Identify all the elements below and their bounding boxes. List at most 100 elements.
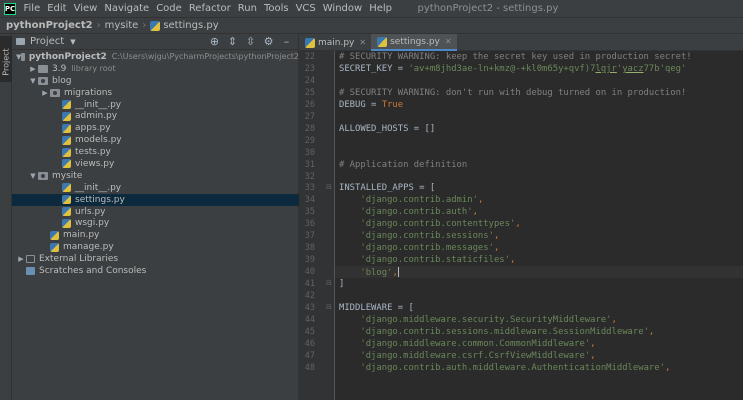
expand-all-icon[interactable]: ⇕ bbox=[227, 34, 238, 50]
project-panel: Project ▼ ⊕ ⇕ ⇳ ⚙ – ▼ pythonProject2 C:\Us… bbox=[12, 34, 299, 400]
breadcrumb-project[interactable]: pythonProject2 bbox=[6, 20, 93, 31]
python-file-icon bbox=[62, 207, 71, 217]
tree-item[interactable]: __init__.py bbox=[12, 182, 299, 194]
editor-tabs: main.py ✕ settings.py ✕ bbox=[299, 34, 743, 51]
tree-item[interactable]: urls.py bbox=[12, 206, 299, 218]
chevron-down-icon[interactable]: ▼ bbox=[70, 38, 75, 46]
minimize-icon[interactable]: – bbox=[281, 34, 292, 50]
line-number: 42 bbox=[304, 291, 315, 301]
scratches-icon bbox=[26, 266, 35, 275]
tree-item[interactable]: ▶ External Libraries bbox=[12, 253, 299, 265]
close-icon[interactable]: ✕ bbox=[359, 38, 366, 47]
tree-item-label: urls.py bbox=[75, 206, 106, 217]
line-number: 27 bbox=[304, 111, 315, 122]
code-token: 'blog' bbox=[360, 268, 393, 279]
menu-edit[interactable]: Edit bbox=[44, 3, 70, 14]
fold-icon[interactable]: ⊟ bbox=[326, 183, 332, 191]
tree-item[interactable]: tests.py bbox=[12, 146, 299, 158]
text-caret bbox=[397, 267, 399, 278]
code-token: INSTALLED_APPS = [ bbox=[339, 183, 436, 194]
code-token: , bbox=[590, 350, 596, 361]
tree-item[interactable]: ▼ pythonProject2 C:\Users\wjgu\PycharmProj… bbox=[12, 51, 299, 63]
menu-refactor[interactable]: Refactor bbox=[185, 3, 234, 14]
tree-item[interactable]: admin.py bbox=[12, 110, 299, 122]
fold-icon[interactable]: ⊟ bbox=[326, 303, 332, 311]
code-token: , bbox=[648, 326, 655, 337]
tree-item[interactable]: ▼ mysite bbox=[12, 170, 299, 182]
python-file-icon bbox=[305, 37, 315, 48]
project-tool-window-tab[interactable]: Project bbox=[0, 36, 12, 82]
menu-window[interactable]: Window bbox=[319, 3, 365, 14]
folder-icon bbox=[38, 64, 48, 73]
tab-label: main.py bbox=[318, 37, 355, 48]
menu-view[interactable]: View bbox=[70, 3, 101, 14]
menu-navigate[interactable]: Navigate bbox=[101, 3, 153, 14]
tree-item[interactable]: Scratches and Consoles bbox=[12, 265, 299, 277]
chevron-down-icon[interactable]: ▼ bbox=[28, 172, 38, 180]
target-icon[interactable]: ⊕ bbox=[209, 34, 220, 50]
tree-item[interactable]: ▼ blog bbox=[12, 75, 299, 87]
tree-item[interactable]: views.py bbox=[12, 158, 299, 170]
code-token: ALLOWED_HOSTS = [] bbox=[339, 123, 436, 134]
tree-item[interactable]: ▶ 3.9 library root bbox=[12, 63, 299, 75]
python-file-icon bbox=[62, 147, 71, 157]
menu-file[interactable]: File bbox=[20, 3, 44, 14]
tree-item[interactable]: settings.py bbox=[12, 193, 299, 206]
fold-icon[interactable]: ⊟ bbox=[326, 279, 332, 287]
line-number: 25 bbox=[304, 87, 315, 98]
breadcrumb-file[interactable]: settings.py bbox=[163, 20, 218, 31]
close-icon[interactable]: ✕ bbox=[445, 37, 452, 46]
code-line: MIDDLEWARE = [ bbox=[339, 303, 414, 313]
line-number: 40 bbox=[304, 267, 315, 278]
chevron-right-icon[interactable]: ▶ bbox=[40, 89, 50, 97]
tree-item[interactable]: __init__.py bbox=[12, 99, 299, 111]
code-line: 'django.contrib.sessions.middleware.Sess… bbox=[339, 327, 654, 337]
tree-item[interactable]: wsgi.py bbox=[12, 217, 299, 229]
code-token: , bbox=[611, 314, 617, 325]
code-token: 'django.contrib.auth' bbox=[360, 207, 473, 218]
code-line: # SECURITY WARNING: don't run with debug… bbox=[339, 88, 686, 98]
tree-item[interactable]: apps.py bbox=[12, 122, 299, 134]
python-file-icon bbox=[50, 230, 59, 240]
tree-item[interactable]: manage.py bbox=[12, 241, 299, 253]
line-number: 35 bbox=[304, 207, 315, 218]
line-number: 24 bbox=[304, 75, 315, 86]
tree-item-label: blog bbox=[52, 75, 72, 86]
menu-vcs[interactable]: VCS bbox=[292, 3, 319, 14]
tab-settings-py[interactable]: settings.py ✕ bbox=[371, 34, 457, 51]
menu-tools[interactable]: Tools bbox=[260, 3, 292, 14]
breadcrumb-folder[interactable]: mysite bbox=[105, 20, 139, 31]
python-file-icon bbox=[62, 123, 71, 133]
python-file-icon bbox=[62, 183, 71, 193]
tab-label: settings.py bbox=[390, 36, 440, 47]
python-file-icon bbox=[62, 135, 71, 145]
menu-run[interactable]: Run bbox=[234, 3, 260, 14]
menu-code[interactable]: Code bbox=[153, 3, 186, 14]
code-line: 'django.contrib.auth', bbox=[339, 207, 478, 217]
code-line: 'django.contrib.contenttypes', bbox=[339, 219, 520, 229]
code-line: 'django.contrib.auth.middleware.Authenti… bbox=[339, 363, 670, 373]
tab-main-py[interactable]: main.py ✕ bbox=[299, 34, 371, 51]
tree-item[interactable]: ▶ migrations bbox=[12, 87, 299, 99]
code-token: , bbox=[664, 362, 671, 373]
chevron-right-icon[interactable]: ▶ bbox=[28, 65, 38, 73]
chevron-down-icon[interactable]: ▼ bbox=[28, 77, 38, 85]
code-token: , bbox=[472, 207, 478, 218]
code-editor[interactable]: # SECURITY WARNING: keep the secret key … bbox=[335, 51, 743, 400]
menu-bar: PC File Edit View Navigate Code Refactor Run To… bbox=[0, 0, 743, 17]
collapse-all-icon[interactable]: ⇳ bbox=[245, 34, 256, 50]
chevron-right-icon[interactable]: ▶ bbox=[16, 255, 26, 263]
tree-item-label: __init__.py bbox=[75, 182, 122, 193]
gear-icon[interactable]: ⚙ bbox=[263, 34, 274, 50]
menu-help[interactable]: Help bbox=[366, 3, 396, 14]
project-view-selector[interactable]: Project bbox=[30, 36, 64, 47]
tree-item[interactable]: main.py bbox=[12, 229, 299, 241]
tree-item[interactable]: models.py bbox=[12, 134, 299, 146]
code-token: 'django.contrib.staticfiles' bbox=[360, 255, 510, 266]
code-line: ALLOWED_HOSTS = [] bbox=[339, 124, 435, 134]
line-number: 23 bbox=[304, 63, 315, 74]
tree-item-label: admin.py bbox=[75, 111, 118, 122]
